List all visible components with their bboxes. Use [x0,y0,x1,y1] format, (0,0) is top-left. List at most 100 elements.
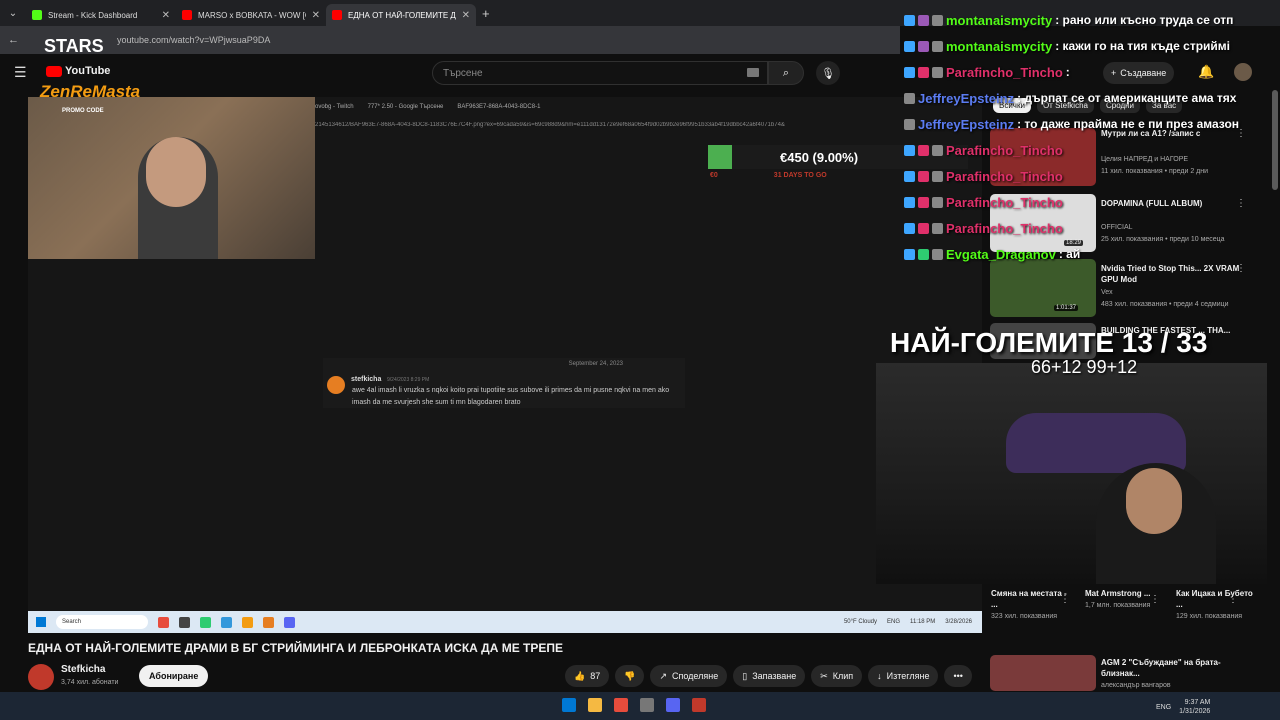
badge-icon [918,144,929,156]
channel-name[interactable]: Stefkicha [61,664,105,675]
rec-video-3[interactable]: 1:01:37 Nvidia Tried to Stop This... 2X … [990,259,1270,319]
like-count: 87 [590,671,601,681]
download-icon: ↓ [877,671,882,681]
scrollbar[interactable] [1272,90,1278,190]
counter-label: НАЙ-ГОЛЕМИТЕ 13 / 33 [890,327,1208,358]
bookmark-icon: ▯ [742,670,748,681]
inner-tray: 50°F Cloudy ENG 11:18 PM 3/28/2026 [844,619,982,625]
dislike-button[interactable]: 👎 [615,665,645,687]
chat-text: : кажи го на тия къде стриймі [1055,39,1231,53]
share-label: Споделяне [672,671,719,681]
keyboard-icon[interactable] [747,68,759,77]
firefox-icon [263,616,274,628]
save-button[interactable]: ▯ Запазване [733,665,806,687]
like-button[interactable]: 👍 87 [565,665,610,687]
badge-icon [932,196,943,208]
back-icon[interactable]: ← [8,34,19,46]
chat-message: Parafincho_Tincho : [904,62,1070,82]
short-title[interactable]: Смяна на местата - ... [991,589,1067,609]
thumbs-down-icon: 👎 [624,670,636,681]
short-item[interactable]: Смяна на местата - ... 323 хил. показван… [991,588,1071,622]
xbox-icon [200,616,211,628]
more-icon[interactable]: ⋮ [1060,594,1070,605]
more-icon: ••• [953,671,963,681]
search-input[interactable]: Търсене [432,61,768,85]
channel-avatar[interactable] [28,664,54,690]
app-icon[interactable] [692,698,706,712]
short-item[interactable]: Как Ицака и Бубето ... 129 хил. показван… [1176,588,1256,622]
rec-video-5[interactable]: AGM 2 "Събуждане" на брата-близнак... ал… [990,655,1270,691]
discord-icon[interactable] [666,698,680,712]
promo-code: PROMO CODE [62,108,104,114]
more-icon[interactable]: ⋮ [1236,263,1246,274]
inner-tab: BAF963E7-868A-4043-8DC8-1 [457,104,541,110]
rec-title[interactable]: Nvidia Tried to Stop This... 2X VRAM GPU… [1101,263,1241,285]
badge-icon [904,92,915,104]
new-tab-button[interactable]: + [482,6,490,21]
more-icon[interactable]: ⋮ [1228,594,1238,605]
chrome-icon[interactable] [614,698,628,712]
badge-icon [904,196,915,208]
create-button[interactable]: + Създаване [1103,62,1175,84]
clock[interactable]: 9:37 AM 1/31/2026 [1179,698,1210,716]
short-title[interactable]: Как Ицака и Бубето ... [1176,589,1253,609]
rec-title[interactable]: DOPAMINA (FULL ALBUM) [1101,198,1241,209]
search-icon: ⌕ [782,66,790,79]
browser-tab-kick[interactable]: Stream - Kick Dashboard ✕ [26,4,176,26]
youtube-header: ☰ YouTube Търсене ⌕ 🎙 + Създаване 🔔 [0,54,1280,90]
inner-date: 3/28/2026 [945,619,972,625]
badge-icon [932,222,943,234]
chat-text: : дърпат се от американците ама тях [1017,91,1237,105]
clock-time: 9:37 AM [1184,699,1211,706]
brave-icon [158,616,169,628]
menu-icon[interactable]: ☰ [14,64,27,81]
chat-message: Parafincho_Tincho [904,166,1063,186]
badge-icon [904,66,915,78]
badge-icon [918,248,929,260]
badge-icon [918,170,929,182]
mic-button[interactable]: 🎙 [816,61,840,85]
browser-tab-marso[interactable]: MARSO x BOBKATA - WOW [OF ✕ [176,4,326,26]
message-date: September 24, 2023 [568,361,623,367]
inner-search-label: Search [62,619,82,625]
windows-icon[interactable] [562,698,576,712]
bell-icon[interactable]: 🔔 [1198,64,1214,80]
search-button[interactable]: ⌕ [768,61,804,85]
badge-icon [918,222,929,234]
tab-search-icon[interactable]: ⌄ [0,0,26,26]
download-button[interactable]: ↓ Изтегляне [868,665,939,687]
more-button[interactable]: ••• [944,665,972,687]
avatar[interactable] [1234,63,1252,81]
edge-icon [221,616,232,628]
badge-icon [918,196,929,208]
short-meta: 129 хил. показвания [1176,613,1243,620]
chat-message: montanaismycity : кажи го на тия къде ст… [904,36,1230,56]
folder-icon[interactable] [588,698,602,712]
video-thumbnail[interactable] [990,655,1096,691]
chat-username: Parafincho_Tincho [946,64,1063,80]
thumbs-up-icon: 👍 [574,670,586,681]
badge-icon [932,144,943,156]
video-actions: 👍 87 👎 ↗ Споделяне ▯ Запазване ✂ Клип ↓ … [565,665,972,687]
lang: ENG [887,619,901,625]
rec-title[interactable]: AGM 2 "Събуждане" на брата-близнак... [1101,657,1241,679]
tab-title: ЕДНА ОТ НАЙ-ГОЛЕМИТЕ ДРАМ [348,10,456,20]
share-button[interactable]: ↗ Споделяне [650,665,728,687]
more-icon[interactable]: ⋮ [1150,594,1160,605]
close-icon[interactable]: ✕ [312,10,320,21]
guest-head [1126,468,1182,534]
windows-icon [36,617,46,627]
lang-indicator[interactable]: ENG [1156,704,1171,711]
subscribe-button[interactable]: Абониране [139,665,209,687]
short-title[interactable]: Mat Armstrong ... [1085,589,1150,598]
more-icon[interactable]: ⋮ [1236,198,1246,209]
browser-tab-active[interactable]: ЕДНА ОТ НАЙ-ГОЛЕМИТЕ ДРАМ ✕ [326,4,476,26]
chat-text: : рано или късно труда се отп [1055,13,1234,27]
close-icon[interactable]: ✕ [462,10,470,21]
obs-icon[interactable] [640,698,654,712]
chat-message: JeffreyEpsteinz : то даже прайма не е пи… [904,114,1239,134]
video-thumbnail[interactable] [990,259,1096,317]
clip-button[interactable]: ✂ Клип [811,665,863,687]
inner-screen-tabs: ovobg - Twitch 777* 2.50 - Google Търсен… [315,100,675,114]
close-icon[interactable]: ✕ [162,10,170,21]
